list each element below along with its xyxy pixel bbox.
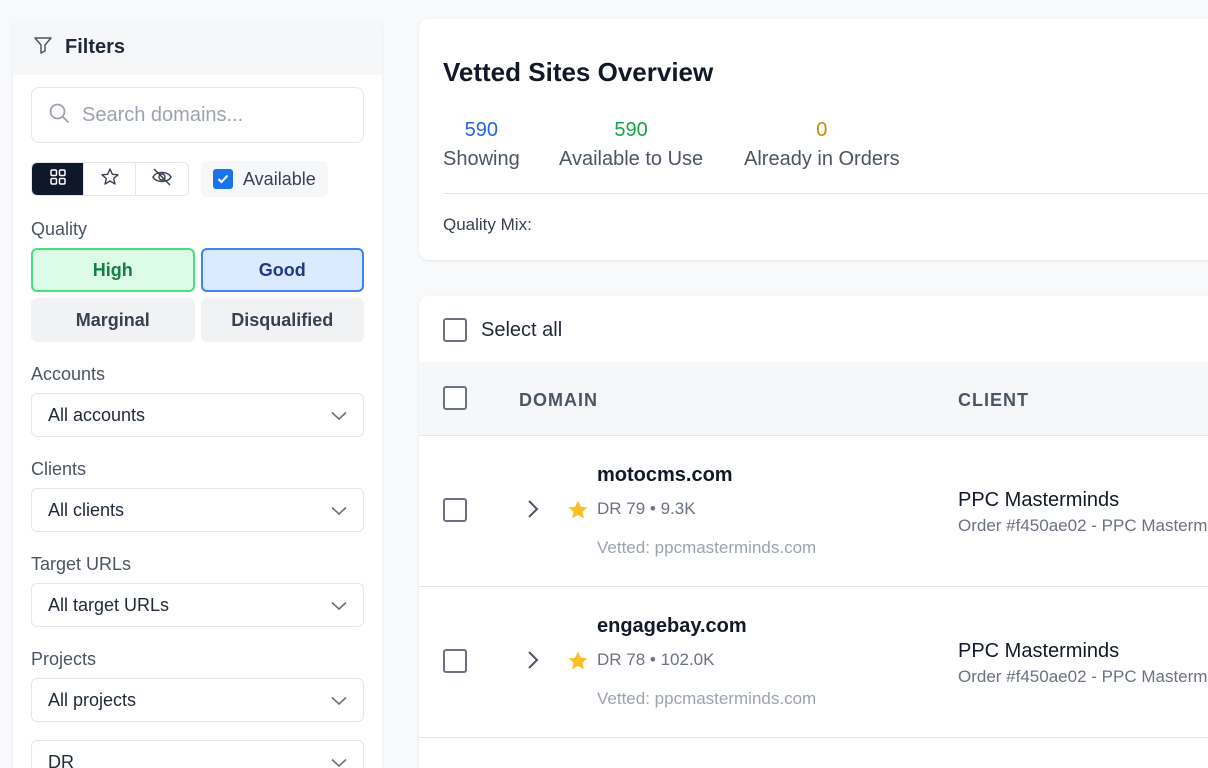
quality-good-button[interactable]: Good bbox=[200, 248, 364, 292]
client-name: PPC Masterminds bbox=[958, 640, 1120, 662]
table-row[interactable]: engagebay.com DR 78 • 102.0K Vetted: ppc… bbox=[419, 587, 1208, 738]
available-checkbox[interactable] bbox=[213, 169, 233, 189]
projects-label: Projects bbox=[31, 649, 97, 669]
stat-in-orders-value: 0 bbox=[816, 119, 828, 141]
stat-available-label: Available to Use bbox=[559, 148, 704, 170]
table-row[interactable]: motocms.com DR 79 • 9.3K Vetted: ppcmast… bbox=[419, 436, 1208, 587]
star-icon[interactable] bbox=[567, 650, 589, 677]
clients-select[interactable]: All clients bbox=[31, 488, 364, 532]
stat-showing-value: 590 bbox=[464, 119, 499, 141]
stat-showing-label: Showing bbox=[443, 148, 520, 170]
domain-metrics: DR 78 • 102.0K bbox=[597, 650, 715, 669]
available-label: Available bbox=[243, 168, 316, 189]
dr-select[interactable]: DR bbox=[31, 740, 364, 768]
filters-header: Filters bbox=[13, 20, 382, 75]
quality-disqualified-button[interactable]: Disqualified bbox=[200, 298, 364, 342]
filter-icon bbox=[33, 35, 53, 60]
quality-marginal-button[interactable]: Marginal bbox=[31, 298, 195, 342]
select-all-checkbox[interactable] bbox=[443, 318, 467, 342]
projects-value: All projects bbox=[48, 689, 137, 710]
target-urls-value: All target URLs bbox=[48, 594, 170, 615]
star-icon[interactable] bbox=[567, 499, 589, 526]
domain-metrics: DR 79 • 9.3K bbox=[597, 499, 696, 518]
table-header: DOMAIN CLIENT bbox=[419, 362, 1208, 436]
sites-table-card: Select all DOMAIN CLIENT motocms.com DR … bbox=[419, 296, 1208, 768]
stat-available: 590 Available to Use bbox=[559, 119, 703, 171]
dr-value: DR bbox=[48, 751, 74, 768]
row-checkbox[interactable] bbox=[443, 649, 467, 673]
clients-value: All clients bbox=[48, 499, 125, 520]
stat-in-orders: 0 Already in Orders bbox=[744, 119, 900, 171]
grid-icon bbox=[49, 168, 67, 191]
accounts-value: All accounts bbox=[48, 404, 146, 425]
page-title: Vetted Sites Overview bbox=[443, 57, 714, 87]
available-toggle[interactable]: Available bbox=[201, 161, 328, 197]
domain-name: motocms.com bbox=[597, 464, 733, 486]
header-checkbox[interactable] bbox=[443, 386, 467, 410]
target-urls-select[interactable]: All target URLs bbox=[31, 583, 364, 627]
search-input[interactable] bbox=[82, 103, 342, 127]
quality-mix-label: Quality Mix: bbox=[443, 215, 532, 234]
column-header-domain[interactable]: DOMAIN bbox=[519, 390, 598, 411]
select-all[interactable]: Select all bbox=[443, 318, 562, 342]
quality-label: Quality bbox=[31, 219, 88, 239]
quality-filter-group: High Good Marginal Disqualified bbox=[31, 248, 364, 342]
chevron-down-icon bbox=[331, 500, 347, 521]
stat-available-value: 590 bbox=[614, 119, 648, 141]
search-box[interactable] bbox=[31, 87, 364, 143]
vetted-source: Vetted: ppcmasterminds.com bbox=[597, 538, 817, 557]
vetted-source: Vetted: ppcmasterminds.com bbox=[597, 689, 817, 708]
chevron-down-icon bbox=[331, 595, 347, 616]
grid-view-button[interactable] bbox=[32, 163, 84, 195]
client-name: PPC Masterminds bbox=[958, 489, 1120, 511]
chevron-right-icon[interactable] bbox=[527, 499, 539, 524]
eye-off-icon bbox=[151, 167, 173, 192]
stat-showing: 590 Showing bbox=[443, 119, 520, 171]
search-icon bbox=[48, 102, 70, 129]
accounts-label: Accounts bbox=[31, 364, 106, 384]
filters-title: Filters bbox=[65, 36, 126, 58]
filters-sidebar: Filters Search domains... Available Qual… bbox=[13, 20, 382, 768]
divider bbox=[443, 193, 1208, 194]
quality-high-button[interactable]: High bbox=[31, 248, 195, 292]
chevron-down-icon bbox=[331, 405, 347, 426]
select-all-label: Select all bbox=[481, 318, 563, 341]
bookmarked-view-button[interactable] bbox=[84, 163, 136, 195]
clients-label: Clients bbox=[31, 459, 87, 479]
overview-card: Vetted Sites Overview 590 Showing 590 Av… bbox=[419, 19, 1208, 260]
projects-select[interactable]: All projects bbox=[31, 678, 364, 722]
accounts-select[interactable]: All accounts bbox=[31, 393, 364, 437]
chevron-down-icon bbox=[331, 752, 347, 768]
stat-in-orders-label: Already in Orders bbox=[744, 148, 900, 170]
order-ref: Order #f450ae02 - PPC Masterminds bbox=[958, 516, 1208, 535]
view-toggle-group bbox=[31, 162, 189, 196]
order-ref: Order #f450ae02 - PPC Masterminds bbox=[958, 667, 1208, 686]
chevron-right-icon[interactable] bbox=[527, 650, 539, 675]
row-checkbox[interactable] bbox=[443, 498, 467, 522]
target-urls-label: Target URLs bbox=[31, 554, 132, 574]
star-outline-icon bbox=[100, 167, 120, 192]
domain-name: engagebay.com bbox=[597, 615, 747, 637]
column-header-client[interactable]: CLIENT bbox=[958, 390, 1029, 411]
chevron-down-icon bbox=[331, 690, 347, 711]
hidden-view-button[interactable] bbox=[136, 163, 188, 195]
